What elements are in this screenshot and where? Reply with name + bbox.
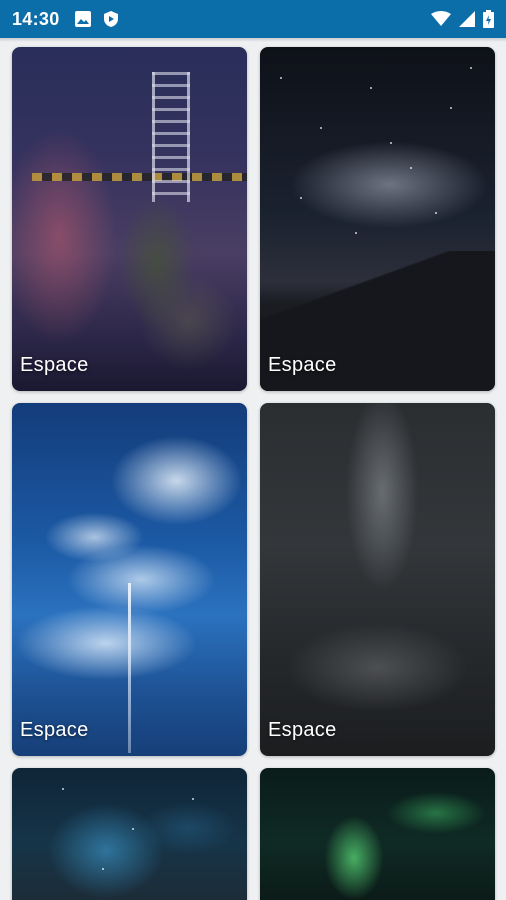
card-label: Espace [20, 719, 89, 741]
stars-decoration [12, 768, 247, 900]
wallpaper-card[interactable] [12, 768, 247, 900]
play-shield-icon [102, 10, 120, 28]
battery-charging-icon [483, 10, 494, 28]
card-label: Espace [268, 354, 337, 376]
wifi-icon [431, 11, 451, 27]
wallpaper-grid: Espace Espace Espace Espace [0, 0, 506, 900]
wallpaper-card[interactable]: Espace [260, 47, 495, 391]
spacesuit-figure-image [97, 167, 217, 357]
status-bar: 14:30 [0, 0, 506, 38]
rocket-trail-image [128, 583, 131, 753]
card-label: Espace [268, 719, 337, 741]
status-bar-shadow [0, 38, 506, 42]
wallpaper-card[interactable]: Espace [12, 403, 247, 756]
card-label: Espace [20, 354, 89, 376]
wallpaper-card[interactable] [260, 768, 495, 900]
status-time: 14:30 [12, 8, 60, 29]
cell-signal-icon [459, 11, 475, 27]
wallpaper-card[interactable]: Espace [260, 403, 495, 756]
image-icon [74, 10, 92, 28]
wallpaper-card[interactable]: Espace [12, 47, 247, 391]
